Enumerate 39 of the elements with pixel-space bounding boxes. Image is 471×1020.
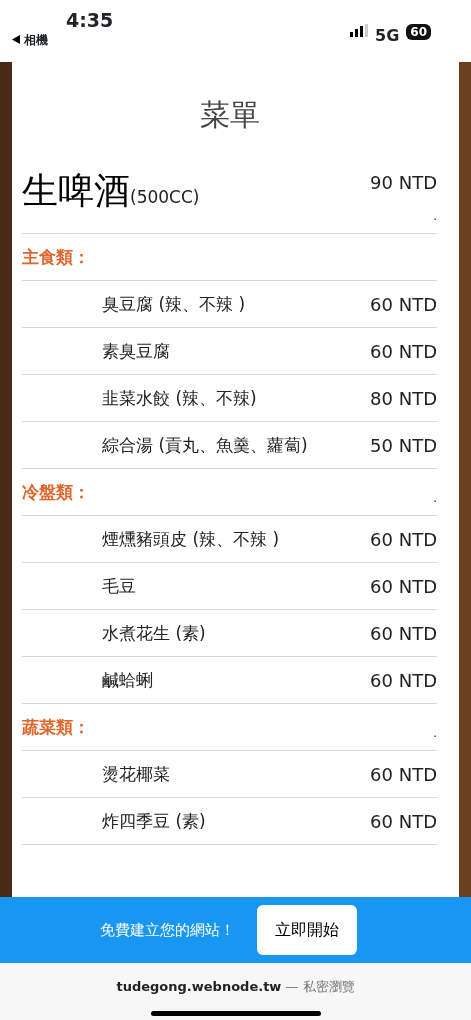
network-label: 5G bbox=[375, 25, 400, 47]
menu-item-name: 煙燻豬頭皮 (辣、不辣 ) bbox=[101, 528, 281, 551]
item-price: 60 NTD bbox=[370, 528, 437, 551]
menu-item-name: 毛豆 bbox=[101, 575, 137, 598]
menu-item-name: 綜合湯 (貢丸、魚羹、蘿蔔) bbox=[101, 434, 309, 457]
private-label: — 私密瀏覽 bbox=[285, 978, 355, 996]
menu-item-name: 鹹蛤蜊 bbox=[101, 669, 154, 692]
back-icon[interactable] bbox=[12, 35, 20, 45]
menu-item-name: 臭豆腐 (辣、不辣 ) bbox=[101, 293, 247, 316]
menu-item-name: 素臭豆腐 bbox=[101, 340, 171, 363]
menu-item-name: 韭菜水餃 (辣、不辣) bbox=[101, 387, 258, 410]
item-price: 80 NTD bbox=[370, 387, 437, 410]
menu-item-name: 燙花椰菜 bbox=[101, 763, 171, 786]
featured-item-name: 生啤酒(500CC) bbox=[22, 171, 200, 213]
item-price: 50 NTD bbox=[370, 434, 437, 457]
dot-mark: . bbox=[433, 727, 437, 739]
item-price: 60 NTD bbox=[370, 340, 437, 363]
back-link[interactable]: 相機 bbox=[24, 30, 48, 49]
dot-mark: . bbox=[433, 210, 437, 222]
section-heading: 主食類： bbox=[22, 246, 90, 269]
section-heading: 蔬菜類： bbox=[22, 716, 90, 739]
battery-indicator: 60 bbox=[406, 24, 431, 40]
banner-text: 免費建立您的網站！ bbox=[100, 919, 235, 941]
section-heading: 冷盤類： bbox=[22, 481, 90, 504]
item-price: 60 NTD bbox=[370, 293, 437, 316]
item-price: 60 NTD bbox=[370, 575, 437, 598]
item-price: 60 NTD bbox=[370, 810, 437, 833]
item-price: 90 NTD bbox=[370, 171, 437, 194]
item-price: 60 NTD bbox=[370, 669, 437, 692]
start-button[interactable]: 立即開始 bbox=[257, 905, 357, 955]
menu-item-name: 炸四季豆 (素) bbox=[101, 810, 207, 833]
menu-title: 菜單 bbox=[198, 96, 261, 134]
item-price: 60 NTD bbox=[370, 622, 437, 645]
dot-mark: . bbox=[433, 492, 437, 504]
signal-icon bbox=[350, 24, 369, 37]
item-price: 60 NTD bbox=[370, 763, 437, 786]
status-time: 4:35 bbox=[66, 10, 114, 31]
menu-item-name: 水煮花生 (素) bbox=[101, 622, 207, 645]
url-text: tudegong.webnode.tw bbox=[116, 978, 282, 996]
